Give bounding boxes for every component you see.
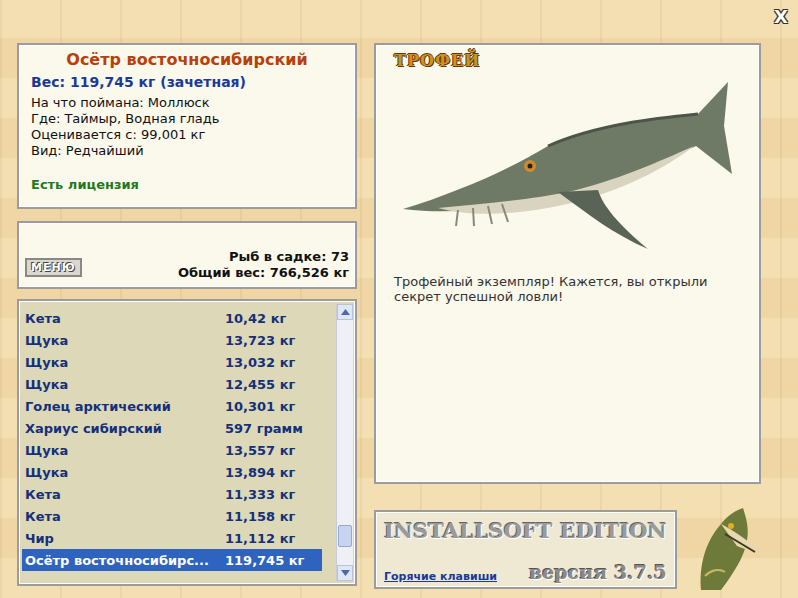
fish-detail: На что поймана: Моллюск — [31, 95, 343, 111]
row-weight: 10,42 кг — [225, 311, 322, 326]
row-weight: 13,723 кг — [225, 333, 322, 348]
arrow-up-icon — [341, 309, 350, 315]
row-weight: 13,032 кг — [225, 355, 322, 370]
catch-row[interactable]: Чир11,112 кг — [22, 527, 322, 549]
catch-row[interactable]: Щука13,557 кг — [22, 439, 322, 461]
row-weight: 11,158 кг — [225, 509, 322, 524]
row-name: Осётр восточносибирс... — [25, 553, 225, 568]
scroll-thumb[interactable] — [338, 525, 352, 547]
row-name: Щука — [25, 443, 225, 458]
catch-row[interactable]: Кета11,333 кг — [22, 483, 322, 505]
row-name: Щука — [25, 333, 225, 348]
arrow-down-icon — [341, 570, 350, 576]
fish-weight: Вес: 119,745 кг (зачетная) — [31, 71, 343, 93]
hotkeys-link[interactable]: Горячие клавиши — [384, 570, 497, 583]
row-weight: 11,333 кг — [225, 487, 322, 502]
fish-title: Осётр восточносибирский — [31, 49, 343, 71]
row-weight: 13,557 кг — [225, 443, 322, 458]
catch-row[interactable]: Щука12,455 кг — [22, 373, 322, 395]
catch-row[interactable]: Хариус сибирский597 грамм — [22, 417, 322, 439]
catch-rows: Кета10,42 кгЩука13,723 кгЩука13,032 кгЩу… — [22, 304, 336, 581]
keepnet-summary: Рыб в садке: 73Общий вес: 766,526 кг — [178, 249, 349, 281]
trophy-caption: Трофейный экземпляр! Кажется, вы открыли… — [394, 274, 741, 304]
trophy-panel: ТРОФЕЙ Трофейный экземпляр! Кажется, вы о… — [374, 43, 761, 484]
row-weight: 597 грамм — [225, 421, 322, 436]
catch-row[interactable]: Кета10,42 кг — [22, 307, 322, 329]
scroll-up-button[interactable] — [337, 304, 353, 320]
scroll-down-button[interactable] — [337, 565, 353, 581]
summary-panel: МЕНЮ Рыб в садке: 73Общий вес: 766,526 кг — [17, 221, 357, 289]
version-label: версия 3.7.5 — [529, 561, 667, 583]
row-name: Хариус сибирский — [25, 421, 225, 436]
catch-row[interactable]: Голец арктический10,301 кг — [22, 395, 322, 417]
menu-button[interactable]: МЕНЮ — [25, 258, 82, 277]
catch-row[interactable]: Щука13,723 кг — [22, 329, 322, 351]
fish-detail: Вид: Редчайший — [31, 143, 343, 159]
game-screen: X Осётр восточносибирскийВес: 119,745 кг … — [0, 0, 798, 598]
row-weight: 11,112 кг — [225, 531, 322, 546]
scrollbar[interactable] — [336, 304, 353, 581]
catch-row[interactable]: Кета11,158 кг — [22, 505, 322, 527]
close-button[interactable]: X — [772, 6, 790, 27]
main: Осётр восточносибирскийВес: 119,745 кг (… — [0, 43, 798, 592]
left-column: Осётр восточносибирскийВес: 119,745 кг (… — [17, 43, 357, 592]
row-weight: 10,301 кг — [225, 399, 322, 414]
pike-icon — [681, 506, 771, 592]
license-status: Есть лицензия — [31, 177, 343, 192]
row-name: Щука — [25, 355, 225, 370]
header: X — [0, 0, 798, 43]
catch-info-panel: Осётр восточносибирскийВес: 119,745 кг (… — [17, 43, 357, 209]
row-weight: 119,745 кг — [225, 553, 322, 568]
fish-detail: Оценивается с: 99,001 кг — [31, 127, 343, 143]
row-name: Голец арктический — [25, 399, 225, 414]
fish-detail: Где: Таймыр, Водная гладь — [31, 111, 343, 127]
row-name: Кета — [25, 311, 225, 326]
row-name: Кета — [25, 509, 225, 524]
row-weight: 13,894 кг — [225, 465, 322, 480]
catch-row[interactable]: Щука13,894 кг — [22, 461, 322, 483]
right-column: ТРОФЕЙ Трофейный экземпляр! Кажется, вы о… — [374, 43, 761, 592]
total-weight: Общий вес: 766,526 кг — [178, 265, 349, 281]
row-weight: 12,455 кг — [225, 377, 322, 392]
catch-row[interactable]: Осётр восточносибирс...119,745 кг — [22, 549, 322, 571]
footer-row: INSTALLSOFT EDITION Горячие клавиши версия… — [374, 506, 761, 592]
row-name: Кета — [25, 487, 225, 502]
footer-bottom: Горячие клавиши версия 3.7.5 — [384, 561, 667, 583]
catch-row[interactable]: Щука13,032 кг — [22, 351, 322, 373]
trophy-heading: ТРОФЕЙ — [394, 51, 741, 70]
fish-count: Рыб в садке: 73 — [178, 249, 349, 265]
catch-list: Кета10,42 кгЩука13,723 кгЩука13,032 кгЩу… — [17, 299, 357, 586]
edition-panel: INSTALLSOFT EDITION Горячие клавиши версия… — [374, 510, 677, 589]
row-name: Чир — [25, 531, 225, 546]
sturgeon-icon — [398, 74, 738, 264]
scroll-track[interactable] — [337, 320, 353, 565]
edition-logo: INSTALLSOFT EDITION — [384, 518, 667, 543]
row-name: Щука — [25, 377, 225, 392]
row-name: Щука — [25, 465, 225, 480]
